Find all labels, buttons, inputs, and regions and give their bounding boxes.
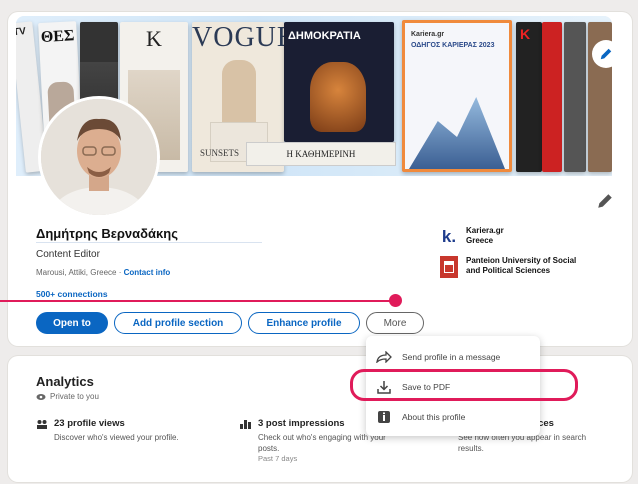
annotation-dot — [389, 294, 402, 307]
analytics-title: Analytics — [36, 374, 94, 389]
analytics-private-note: Private to you — [36, 392, 99, 401]
profile-headline: Content Editor — [36, 249, 100, 260]
magazine-cover: K — [516, 22, 542, 172]
pencil-icon — [600, 48, 612, 60]
avatar-photo — [41, 99, 157, 215]
edit-banner-button[interactable] — [592, 40, 620, 68]
metric-period: Past 7 days — [258, 454, 298, 463]
eye-icon — [36, 393, 46, 400]
company-panteion[interactable]: Panteion University of Social and Politi… — [466, 256, 576, 276]
menu-item-send-profile[interactable]: Send profile in a message — [376, 344, 536, 370]
magazine-title: K — [146, 26, 162, 51]
magazine-cover-highlighted: Kariera.gr ΟΔΗΓΟΣ ΚΑΡΙΕΡΑΣ 2023 — [402, 20, 512, 172]
bar-chart-icon — [240, 419, 251, 429]
metric-profile-views[interactable]: 23 profile views Discover who's viewed y… — [36, 418, 206, 443]
menu-item-label: About this profile — [402, 412, 466, 422]
magazine-title: VOGUE — [192, 22, 284, 53]
menu-item-about-profile[interactable]: About this profile — [376, 404, 536, 430]
magazine-cover — [564, 22, 586, 172]
magazine-title: TV — [16, 25, 27, 39]
magazine-cover — [542, 22, 562, 172]
share-arrow-icon — [376, 349, 392, 365]
more-button[interactable]: More — [366, 312, 424, 334]
metric-description: Discover who's viewed your profile. — [54, 433, 179, 442]
magazine-cover: ΔΗΜΟΚΡΑΤΙΑ — [284, 22, 394, 142]
company-subtitle: and Political Sciences — [466, 266, 551, 275]
person-photo — [41, 99, 157, 215]
university-logo-icon — [440, 256, 458, 278]
edit-intro-button[interactable] — [596, 192, 616, 212]
connections-link[interactable]: 500+ connections — [36, 289, 108, 299]
kariera-logo-text: k. — [441, 227, 457, 246]
magazine-title: Kariera.gr — [411, 31, 445, 38]
annotation-line — [0, 300, 396, 302]
menu-item-label: Send profile in a message — [402, 352, 501, 362]
company-name: Panteion University of Social — [466, 256, 577, 265]
magazine-title: K — [520, 26, 531, 42]
cover-line: SUNSETS — [200, 148, 240, 158]
magazine-title: ΘΕΣ — [40, 27, 75, 46]
people-icon — [37, 419, 47, 429]
company-logo-kariera: k. — [440, 227, 458, 246]
add-profile-section-button[interactable]: Add profile section — [114, 312, 242, 334]
company-subtitle: Greece — [466, 236, 494, 245]
linkedin-profile-screenshot: TV ΘΕΣ K VOGUE SUNSETS ΔΗΜΟΚΡΑΤΙΑ Η ΚΑΘΗ… — [0, 0, 638, 484]
newspaper-title: Η ΚΑΘΗΜΕΡΙΝΗ — [286, 149, 356, 159]
name-underline — [36, 242, 262, 243]
location-separator: · — [116, 268, 124, 277]
profile-name: Δημήτρης Βερναδάκης — [36, 226, 178, 241]
profile-location: Marousi, Attiki, Greece · Contact info — [36, 268, 170, 277]
company-name: Kariera.gr — [466, 226, 504, 235]
magazine-headline: ΟΔΗΓΟΣ ΚΑΡΙΕΡΑΣ 2023 — [411, 42, 495, 49]
metric-title: 3 post impressions — [258, 418, 345, 429]
metric-title: 23 profile views — [54, 418, 125, 429]
open-to-button[interactable]: Open to — [36, 312, 108, 334]
contact-info-link[interactable]: Contact info — [124, 268, 171, 277]
pencil-icon — [598, 194, 612, 208]
location-text: Marousi, Attiki, Greece — [36, 268, 117, 277]
enhance-profile-button[interactable]: Enhance profile — [248, 312, 360, 334]
newspaper-strip: Η ΚΑΘΗΜΕΡΙΝΗ — [246, 142, 396, 166]
private-text: Private to you — [50, 392, 99, 401]
company-kariera[interactable]: Kariera.gr Greece — [466, 226, 504, 246]
magazine-title: ΔΗΜΟΚΡΑΤΙΑ — [288, 30, 361, 42]
save-pdf-highlight-annotation — [350, 369, 578, 401]
info-badge-icon — [376, 409, 392, 425]
profile-avatar[interactable] — [38, 96, 160, 218]
